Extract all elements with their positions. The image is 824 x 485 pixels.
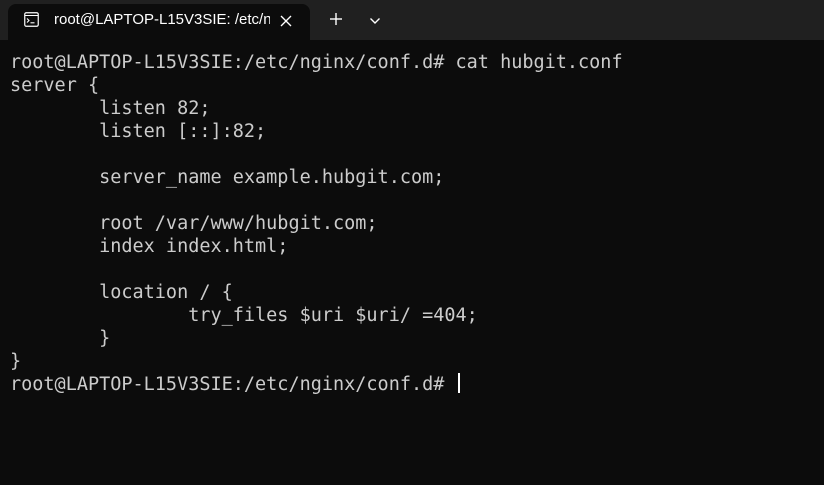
terminal-icon: [24, 12, 39, 27]
terminal-window: root@LAPTOP-L15V3SIE: /etc/nginx/conf.d: [0, 0, 824, 485]
tab-title: root@LAPTOP-L15V3SIE: /etc/nginx/conf.d: [54, 11, 270, 28]
tab-active[interactable]: root@LAPTOP-L15V3SIE: /etc/nginx/conf.d: [8, 4, 310, 40]
terminal-pane[interactable]: root@LAPTOP-L15V3SIE:/etc/nginx/conf.d# …: [0, 40, 824, 485]
tab-bar: root@LAPTOP-L15V3SIE: /etc/nginx/conf.d: [0, 0, 824, 40]
prompt-line[interactable]: root@LAPTOP-L15V3SIE:/etc/nginx/conf.d#: [10, 373, 460, 396]
close-icon[interactable]: [274, 9, 298, 33]
plus-icon: [329, 12, 343, 31]
prompt-text: root@LAPTOP-L15V3SIE:/etc/nginx/conf.d#: [10, 374, 456, 395]
tab-dropdown-button[interactable]: [362, 7, 388, 35]
chevron-down-icon: [369, 12, 381, 30]
text-cursor: [457, 373, 460, 393]
new-tab-button[interactable]: [322, 7, 350, 35]
terminal-output: root@LAPTOP-L15V3SIE:/etc/nginx/conf.d# …: [10, 52, 623, 372]
